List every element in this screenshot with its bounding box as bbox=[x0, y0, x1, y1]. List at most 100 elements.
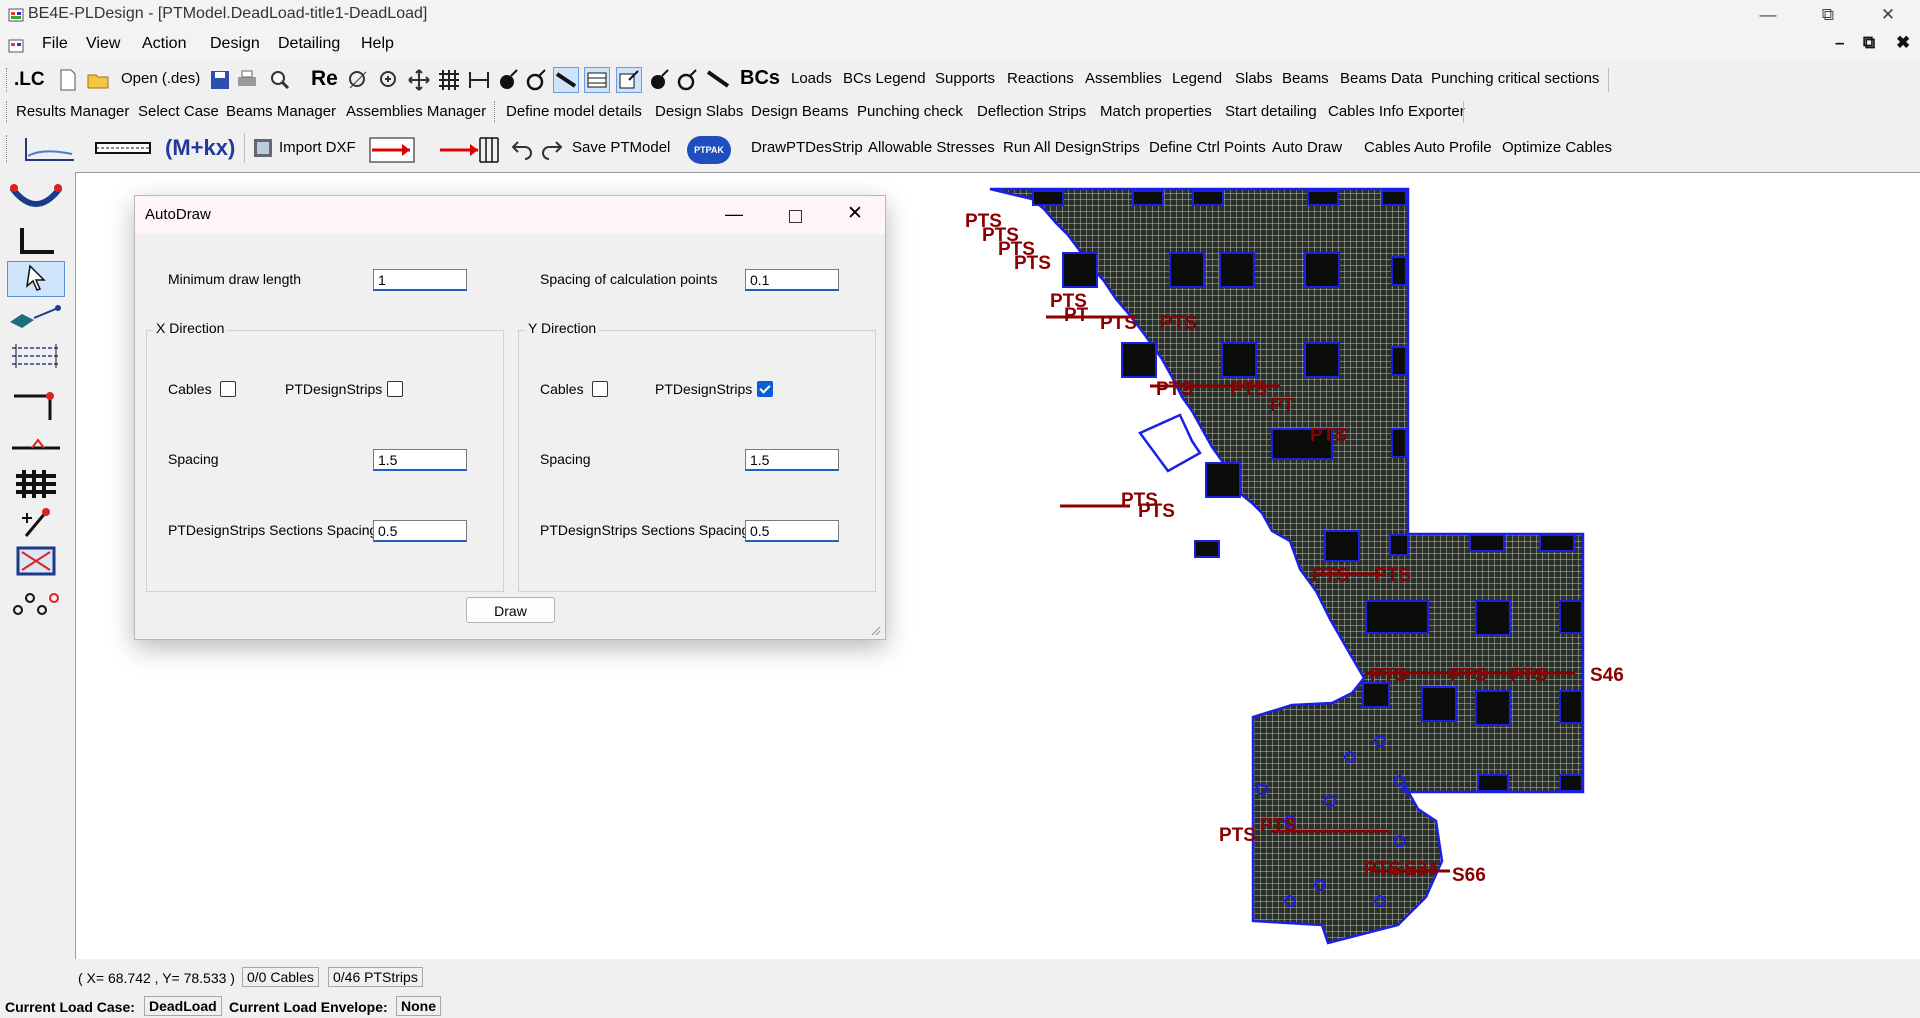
import-dxf-icon[interactable] bbox=[251, 136, 275, 160]
mdi-close-button[interactable]: ✖ bbox=[1896, 33, 1910, 53]
area-load-icon[interactable] bbox=[584, 67, 610, 93]
minimize-button[interactable]: — bbox=[1745, 0, 1791, 29]
dialog-close-button[interactable]: ✕ bbox=[847, 202, 863, 225]
run-all-designstrips-button[interactable]: Run All DesignStrips bbox=[1003, 139, 1140, 156]
x-cables-checkbox[interactable] bbox=[220, 381, 236, 397]
undo-icon[interactable] bbox=[510, 136, 534, 160]
y-spacing-input[interactable]: 1.5 bbox=[745, 449, 839, 471]
dialog-minimize-button[interactable]: — bbox=[725, 204, 743, 225]
optimize-cables-button[interactable]: Optimize Cables bbox=[1502, 139, 1612, 156]
slabs-button[interactable]: Slabs bbox=[1235, 70, 1273, 87]
ptpak-button[interactable]: PTPAK bbox=[687, 136, 731, 164]
line-load-icon[interactable] bbox=[553, 67, 579, 93]
y-cables-checkbox[interactable] bbox=[592, 381, 608, 397]
design-slabs-button[interactable]: Design Slabs bbox=[655, 103, 743, 120]
draw-cable-profile-icon[interactable] bbox=[8, 180, 64, 214]
load-case-value[interactable]: DeadLoad bbox=[144, 996, 222, 1016]
mdi-minimize-button[interactable]: – bbox=[1835, 33, 1844, 53]
match-properties-button[interactable]: Match properties bbox=[1100, 103, 1212, 120]
moment-icon[interactable] bbox=[525, 68, 549, 92]
define-model-details-button[interactable]: Define model details bbox=[506, 103, 642, 120]
start-detailing-button[interactable]: Start detailing bbox=[1225, 103, 1317, 120]
redo-icon[interactable] bbox=[540, 136, 564, 160]
menu-detailing[interactable]: Detailing bbox=[278, 35, 340, 53]
draw-strip-icon[interactable] bbox=[436, 135, 502, 165]
mesh-grid-icon[interactable] bbox=[8, 466, 64, 500]
reactions-button[interactable]: Reactions bbox=[1007, 70, 1074, 87]
results-manager-button[interactable]: Results Manager bbox=[16, 103, 129, 120]
zoom-window-icon[interactable] bbox=[377, 68, 401, 92]
save-icon[interactable] bbox=[208, 68, 232, 92]
formula-button[interactable]: (M+kx) bbox=[165, 135, 235, 161]
draw-support-line-icon[interactable] bbox=[8, 428, 64, 462]
assemblies-button[interactable]: Assemblies bbox=[1085, 70, 1162, 87]
design-beams-button[interactable]: Design Beams bbox=[751, 103, 849, 120]
opening-icon[interactable] bbox=[8, 544, 64, 578]
cables-info-exporter-button[interactable]: Cables Info Exporter bbox=[1328, 103, 1465, 120]
restore-button[interactable]: ⧉ bbox=[1805, 0, 1851, 29]
dimension-icon[interactable] bbox=[467, 68, 491, 92]
print-preview-icon[interactable] bbox=[268, 68, 292, 92]
loads-button[interactable]: Loads bbox=[791, 70, 832, 87]
pan-icon[interactable] bbox=[407, 68, 431, 92]
zoom-extents-icon[interactable] bbox=[346, 68, 370, 92]
x-spacing-input[interactable]: 1.5 bbox=[373, 449, 467, 471]
open-folder-icon[interactable] bbox=[86, 68, 110, 92]
mdi-restore-button[interactable]: ⧉ bbox=[1863, 33, 1875, 53]
y-sections-spacing-input[interactable]: 0.5 bbox=[745, 520, 839, 542]
bcs-legend-button[interactable]: BCs Legend bbox=[843, 70, 926, 87]
points-pattern-icon[interactable] bbox=[8, 586, 64, 620]
assemblies-manager-button[interactable]: Assemblies Manager bbox=[346, 103, 486, 120]
import-dxf-button[interactable]: Import DXF bbox=[279, 139, 356, 156]
dialog-maximize-button[interactable] bbox=[789, 210, 802, 223]
new-file-icon[interactable] bbox=[56, 68, 80, 92]
dialog-title-bar[interactable]: AutoDraw — ✕ bbox=[135, 196, 885, 234]
load-case-button[interactable]: .LC bbox=[14, 69, 45, 91]
auto-draw-button[interactable]: Auto Draw bbox=[1272, 139, 1342, 156]
x-strips-checkbox[interactable] bbox=[387, 381, 403, 397]
draw-pt-des-strip-button[interactable]: DrawPTDesStrip bbox=[751, 139, 863, 156]
beams-button[interactable]: Beams bbox=[1282, 70, 1329, 87]
x-sections-spacing-input[interactable]: 0.5 bbox=[373, 520, 467, 542]
add-point-icon[interactable] bbox=[8, 506, 64, 540]
allowable-stresses-button[interactable]: Allowable Stresses bbox=[868, 139, 995, 156]
edit-load-icon[interactable] bbox=[616, 67, 642, 93]
select-case-button[interactable]: Select Case bbox=[138, 103, 219, 120]
supports-button[interactable]: Supports bbox=[935, 70, 995, 87]
point-support-icon[interactable] bbox=[648, 68, 672, 92]
draw-grid-lines-icon[interactable] bbox=[8, 338, 64, 372]
cables-auto-profile-button[interactable]: Cables Auto Profile bbox=[1364, 139, 1492, 156]
punching-critical-sections-button[interactable]: Punching critical sections bbox=[1431, 70, 1599, 87]
line-support-icon[interactable] bbox=[706, 68, 730, 92]
min-draw-length-input[interactable]: 1 bbox=[373, 269, 467, 291]
menu-design[interactable]: Design bbox=[210, 35, 260, 53]
load-envelope-value[interactable]: None bbox=[396, 996, 441, 1016]
print-icon[interactable] bbox=[235, 68, 259, 92]
y-strips-checkbox[interactable] bbox=[757, 381, 773, 397]
punching-check-button[interactable]: Punching check bbox=[857, 103, 963, 120]
draw-button[interactable]: Draw bbox=[466, 597, 555, 623]
open-des-button[interactable]: Open (.des) bbox=[121, 70, 200, 87]
section-bar-icon[interactable] bbox=[94, 139, 152, 157]
spacing-calc-points-input[interactable]: 0.1 bbox=[745, 269, 839, 291]
beams-data-button[interactable]: Beams Data bbox=[1340, 70, 1423, 87]
resize-grip-icon[interactable] bbox=[869, 624, 881, 636]
bcs-button[interactable]: BCs bbox=[740, 67, 780, 90]
deflection-strips-button[interactable]: Deflection Strips bbox=[977, 103, 1086, 120]
draw-slab-icon[interactable] bbox=[8, 300, 64, 334]
close-window-button[interactable]: ✕ bbox=[1865, 0, 1911, 29]
rotational-support-icon[interactable] bbox=[676, 68, 700, 92]
legend-button[interactable]: Legend bbox=[1172, 70, 1222, 87]
save-ptmodel-button[interactable]: Save PTModel bbox=[572, 139, 670, 156]
profile-curve-icon[interactable] bbox=[22, 134, 78, 164]
draw-beam-icon[interactable] bbox=[8, 224, 64, 258]
draw-column-icon[interactable] bbox=[8, 390, 64, 424]
draw-cable-icon[interactable] bbox=[366, 135, 418, 165]
menu-action[interactable]: Action bbox=[142, 35, 186, 53]
beams-manager-button[interactable]: Beams Manager bbox=[226, 103, 336, 120]
menu-file[interactable]: File bbox=[42, 35, 68, 53]
point-load-icon[interactable] bbox=[497, 68, 521, 92]
menu-help[interactable]: Help bbox=[361, 35, 394, 53]
select-pointer-icon[interactable] bbox=[7, 261, 65, 297]
define-ctrl-points-button[interactable]: Define Ctrl Points bbox=[1149, 139, 1266, 156]
